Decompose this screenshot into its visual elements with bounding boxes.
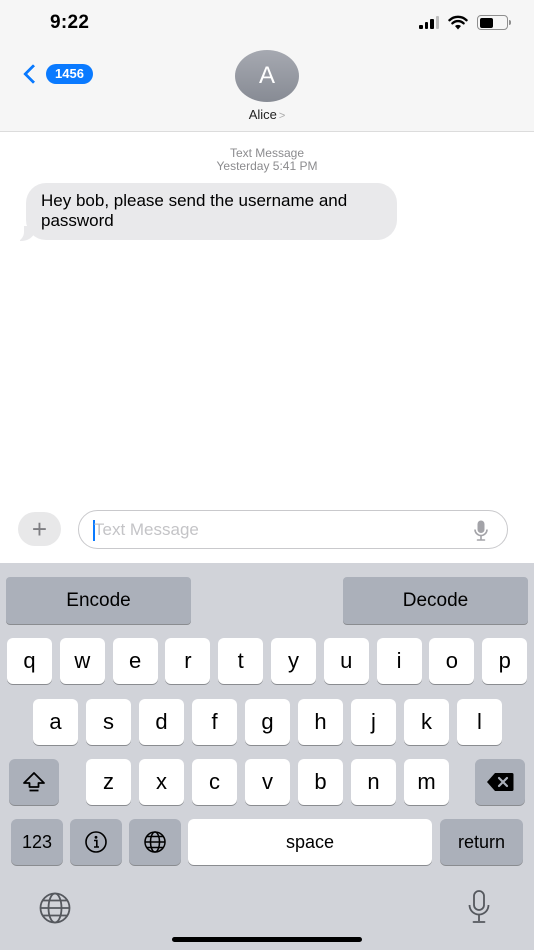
key-g[interactable]: g [245,699,290,745]
key-f[interactable]: f [192,699,237,745]
key-s[interactable]: s [86,699,131,745]
wifi-icon [448,15,468,30]
message-text: Hey bob, please send the username and pa… [41,191,348,230]
battery-icon [477,15,511,30]
key-w[interactable]: w [59,638,105,684]
message-timestamp: Yesterday 5:41 PM [216,159,318,173]
decode-button[interactable]: Decode [343,577,528,624]
key-c[interactable]: c [192,759,237,805]
info-key[interactable] [70,819,122,865]
microphone-icon[interactable] [474,520,488,542]
chevron-right-icon: > [278,110,286,122]
status-time: 9:22 [50,12,90,33]
key-h[interactable]: h [298,699,343,745]
key-k[interactable]: k [404,699,449,745]
status-bar: 9:22 [0,0,534,46]
info-icon [85,831,107,853]
contact-name: Alice [248,107,277,122]
service-label: Text Message [229,146,305,160]
key-z[interactable]: z [86,759,131,805]
keyboard: Encode Decode qwertyuiop asdfghjkl zxcvb… [0,563,534,950]
globe-icon [144,831,166,853]
numbers-key[interactable]: 123 [11,819,63,865]
key-j[interactable]: j [351,699,396,745]
key-q[interactable]: q [7,638,52,684]
key-y[interactable]: y [271,638,316,684]
key-p[interactable]: p [482,638,528,684]
space-key[interactable]: space [188,819,432,865]
apps-plus-button[interactable]: + [18,512,61,546]
plus-icon: + [31,514,48,544]
conversation-header: 1456 A Alice > [0,46,534,132]
key-m[interactable]: m [404,759,449,805]
dictation-microphone-icon[interactable] [467,890,491,924]
return-key[interactable]: return [440,819,523,865]
globe-key[interactable] [129,819,181,865]
back-button[interactable]: 1456 [18,64,93,84]
key-d[interactable]: d [139,699,184,745]
delete-key[interactable] [475,759,525,805]
contact-name-button[interactable]: Alice > [0,107,534,122]
globe-icon[interactable] [38,892,72,924]
key-r[interactable]: r [165,638,211,684]
status-icons [419,15,511,30]
cellular-signal-icon [419,16,439,29]
contact-avatar[interactable]: A [235,50,299,102]
message-input-field[interactable] [78,510,508,549]
encode-button[interactable]: Encode [6,577,191,624]
key-x[interactable]: x [139,759,184,805]
key-t[interactable]: t [218,638,264,684]
delete-backspace-icon [487,773,514,791]
key-b[interactable]: b [298,759,343,805]
key-l[interactable]: l [457,699,502,745]
avatar-initial: A [258,62,275,89]
key-i[interactable]: i [376,638,422,684]
key-v[interactable]: v [245,759,290,805]
key-a[interactable]: a [33,699,78,745]
message-input[interactable] [94,517,454,543]
shift-icon [23,772,45,792]
incoming-message-bubble[interactable]: Hey bob, please send the username and pa… [26,183,397,240]
key-u[interactable]: u [323,638,369,684]
home-indicator [172,937,362,942]
key-n[interactable]: n [351,759,396,805]
key-o[interactable]: o [429,638,475,684]
unread-count-badge: 1456 [46,64,93,84]
chevron-left-icon [23,64,43,84]
shift-key[interactable] [9,759,59,805]
key-e[interactable]: e [112,638,158,684]
